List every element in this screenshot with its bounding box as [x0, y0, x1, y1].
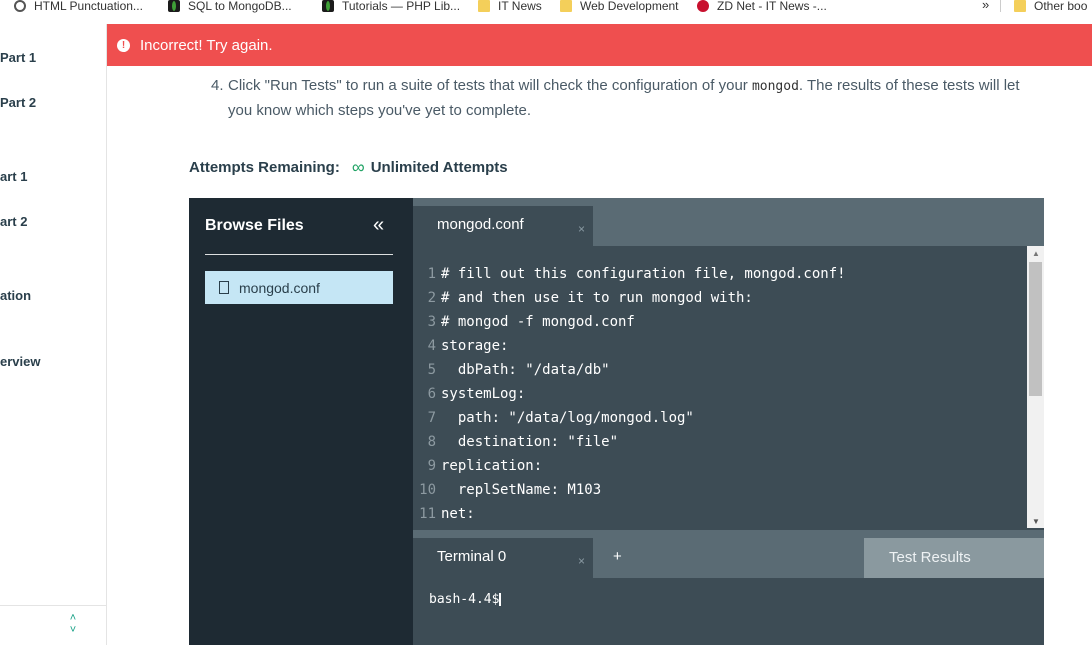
infinity-icon: ∞: [351, 157, 365, 177]
ide-panel: Browse Files « mongod.conf mongod.conf ×…: [189, 198, 1044, 645]
code-line: 2 # and then use it to run mongod with:: [413, 286, 1025, 310]
tab-terminal-0[interactable]: Terminal 0 ×: [413, 538, 593, 578]
terminal-cursor: [499, 593, 502, 606]
tab-label: mongod.conf: [437, 216, 524, 233]
bookmark-web-development[interactable]: Web Development: [560, 0, 679, 14]
sidebar-item-part-2[interactable]: Part 2: [0, 95, 36, 110]
line-number: 4: [427, 338, 436, 354]
globe-icon: [14, 0, 26, 12]
line-text: # mongod -f mongod.conf: [441, 314, 635, 330]
line-number: 10: [419, 482, 436, 498]
bookmark-zdnet[interactable]: ZD Net - IT News -...: [697, 0, 827, 14]
scrollbar-thumb[interactable]: [1029, 262, 1042, 396]
attempts-label: Attempts Remaining:: [189, 159, 340, 176]
code-editor[interactable]: 1 # fill out this configuration file, mon…: [413, 262, 1025, 528]
terminal-tab-bar: Terminal 0 × + Test Results: [413, 530, 1044, 578]
zdnet-icon: [697, 0, 709, 12]
collapse-browser-button[interactable]: «: [373, 214, 384, 237]
inline-code: mongod: [751, 79, 799, 94]
instruction-step: 4. Click "Run Tests" to run a suite of t…: [211, 74, 1031, 123]
code-line: 11 net:: [413, 502, 1025, 526]
attempts-remaining: Attempts Remaining: ∞ Unlimited Attempts: [189, 157, 508, 178]
file-browser: Browse Files « mongod.conf: [189, 198, 413, 645]
folder-icon: [478, 0, 490, 12]
code-line: 4 storage:: [413, 334, 1025, 358]
alert-icon: !: [117, 38, 130, 52]
line-text: replication:: [441, 458, 543, 474]
add-terminal-button[interactable]: +: [613, 548, 622, 565]
scroll-up-icon[interactable]: ▲: [1032, 249, 1040, 258]
line-number: 8: [427, 434, 436, 450]
sidebar-item-part-1-b[interactable]: art 1: [0, 169, 27, 184]
file-icon: [219, 281, 229, 294]
code-line: 8 destination: "file": [413, 430, 1025, 454]
code-line: 10 replSetName: M103: [413, 478, 1025, 502]
line-text: net:: [441, 506, 475, 522]
code-line: 7 path: "/data/log/mongod.log": [413, 406, 1025, 430]
bookmark-it-news[interactable]: IT News: [478, 0, 542, 14]
code-line: 3 # mongod -f mongod.conf: [413, 310, 1025, 334]
line-number: 7: [427, 410, 436, 426]
scroll-down-icon[interactable]: ▼: [1032, 517, 1040, 526]
step-number: 4.: [211, 77, 224, 94]
attempts-value: Unlimited Attempts: [370, 159, 508, 176]
terminal[interactable]: bash-4.4$: [413, 578, 1044, 645]
expand-collapse-icon[interactable]: ˄ ˅: [66, 612, 80, 640]
mongodb-leaf-icon: [322, 0, 334, 12]
bookmark-sql-to-mongodb[interactable]: SQL to MongoDB...: [168, 0, 292, 14]
sidebar-item-ation[interactable]: ation: [0, 288, 31, 303]
line-number: 9: [427, 458, 436, 474]
line-number: 6: [427, 386, 436, 402]
sidebar-item-part-2-b[interactable]: art 2: [0, 214, 27, 229]
file-browser-title: Browse Files: [205, 217, 304, 234]
error-message: Incorrect! Try again.: [140, 36, 273, 54]
line-text: destination: "file": [441, 434, 619, 450]
sidebar-item-part-1[interactable]: Part 1: [0, 50, 36, 65]
line-text: path: "/data/log/mongod.log": [441, 410, 694, 426]
editor-tab-bar: mongod.conf ×: [413, 198, 1044, 246]
folder-icon: [1014, 0, 1026, 12]
test-results-button[interactable]: Test Results: [864, 538, 1044, 578]
close-icon[interactable]: ×: [578, 210, 585, 248]
line-number: 2: [427, 290, 436, 306]
code-line: 6 systemLog:: [413, 382, 1025, 406]
sidebar-footer: ˄ ˅: [0, 605, 106, 645]
code-line: 9 replication:: [413, 454, 1025, 478]
tab-label: Terminal 0: [437, 548, 507, 565]
code-line: 5 dbPath: "/data/db": [413, 358, 1025, 382]
mongodb-leaf-icon: [168, 0, 180, 12]
line-text: replSetName: M103: [441, 482, 602, 498]
file-name: mongod.conf: [239, 279, 320, 296]
editor-area: mongod.conf × 1 # fill out this configura…: [413, 198, 1044, 645]
folder-icon: [560, 0, 572, 12]
line-number: 1: [427, 266, 436, 282]
code-line: 1 # fill out this configuration file, mon…: [413, 262, 1025, 286]
bookmarks-bar: HTML Punctuation... SQL to MongoDB... Tu…: [0, 0, 1092, 14]
sidebar-item-overview[interactable]: erview: [0, 354, 40, 369]
line-number: 11: [419, 506, 436, 522]
bookmark-html-punctuation[interactable]: HTML Punctuation...: [14, 0, 143, 14]
editor-scrollbar[interactable]: ▲ ▼: [1027, 246, 1044, 528]
line-number: 3: [427, 314, 436, 330]
close-icon[interactable]: ×: [578, 542, 585, 580]
line-text: dbPath: "/data/db": [441, 362, 610, 378]
step-text: Click "Run Tests" to run a suite of test…: [228, 77, 1020, 119]
bookmark-other[interactable]: Other boo: [1014, 0, 1087, 14]
error-banner: ! Incorrect! Try again.: [107, 24, 1092, 66]
bookmarks-divider: [1000, 0, 1001, 12]
line-number: 5: [427, 362, 436, 378]
file-browser-divider: [205, 254, 393, 255]
terminal-prompt: bash-4.4$: [429, 592, 502, 607]
bookmark-tutorials-php[interactable]: Tutorials — PHP Lib...: [322, 0, 460, 14]
line-text: # fill out this configuration file, mong…: [441, 266, 846, 282]
tab-mongod-conf[interactable]: mongod.conf ×: [413, 206, 593, 246]
line-text: # and then use it to run mongod with:: [441, 290, 753, 306]
line-text: storage:: [441, 338, 509, 354]
course-sidebar: Part 1 Part 2 art 1 art 2 ation erview ˄…: [0, 24, 107, 645]
bookmarks-overflow-button[interactable]: »: [982, 0, 989, 12]
file-item-mongod-conf[interactable]: mongod.conf: [205, 271, 393, 304]
line-text: systemLog:: [441, 386, 526, 402]
